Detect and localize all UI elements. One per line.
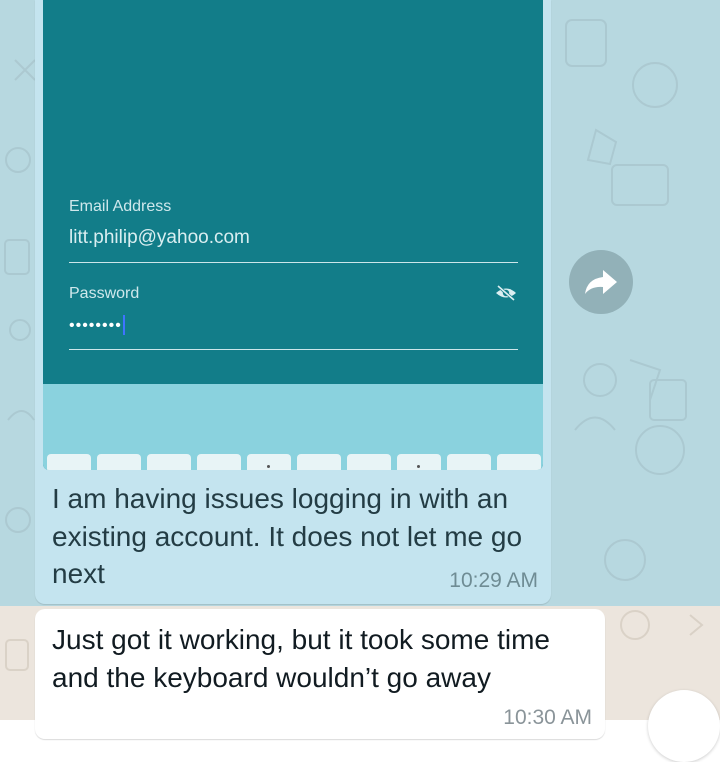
attached-screenshot[interactable]: Email Address litt.philip@yahoo.com Pass… — [43, 0, 543, 470]
keyboard-key — [197, 454, 241, 470]
keyboard-key — [97, 454, 141, 470]
email-value: litt.philip@yahoo.com — [69, 227, 250, 248]
forward-button[interactable] — [569, 250, 633, 314]
eye-slash-icon — [496, 284, 516, 302]
password-value: •••••••• — [69, 314, 125, 336]
password-label: Password — [69, 285, 140, 302]
keyboard-key — [47, 454, 91, 470]
keyboard-key — [147, 454, 191, 470]
outgoing-message-time: 10:29 AM — [449, 569, 538, 592]
keyboard-key — [447, 454, 491, 470]
keyboard-key — [497, 454, 541, 470]
keyboard-key — [347, 454, 391, 470]
share-arrow-icon — [585, 270, 617, 294]
incoming-message-text: Just got it working, but it took some ti… — [52, 624, 550, 693]
email-label: Email Address — [69, 198, 172, 215]
password-dots: •••••••• — [69, 317, 122, 334]
incoming-message-time: 10:30 AM — [503, 706, 592, 729]
password-underline — [69, 349, 518, 350]
outgoing-message-bubble[interactable]: Email Address litt.philip@yahoo.com Pass… — [35, 0, 551, 604]
scroll-down-button[interactable] — [648, 690, 720, 762]
email-underline — [69, 262, 518, 263]
keyboard-key — [297, 454, 341, 470]
keyboard-key-mark — [417, 465, 420, 468]
keyboard-key-mark — [267, 465, 270, 468]
text-caret — [122, 314, 125, 335]
